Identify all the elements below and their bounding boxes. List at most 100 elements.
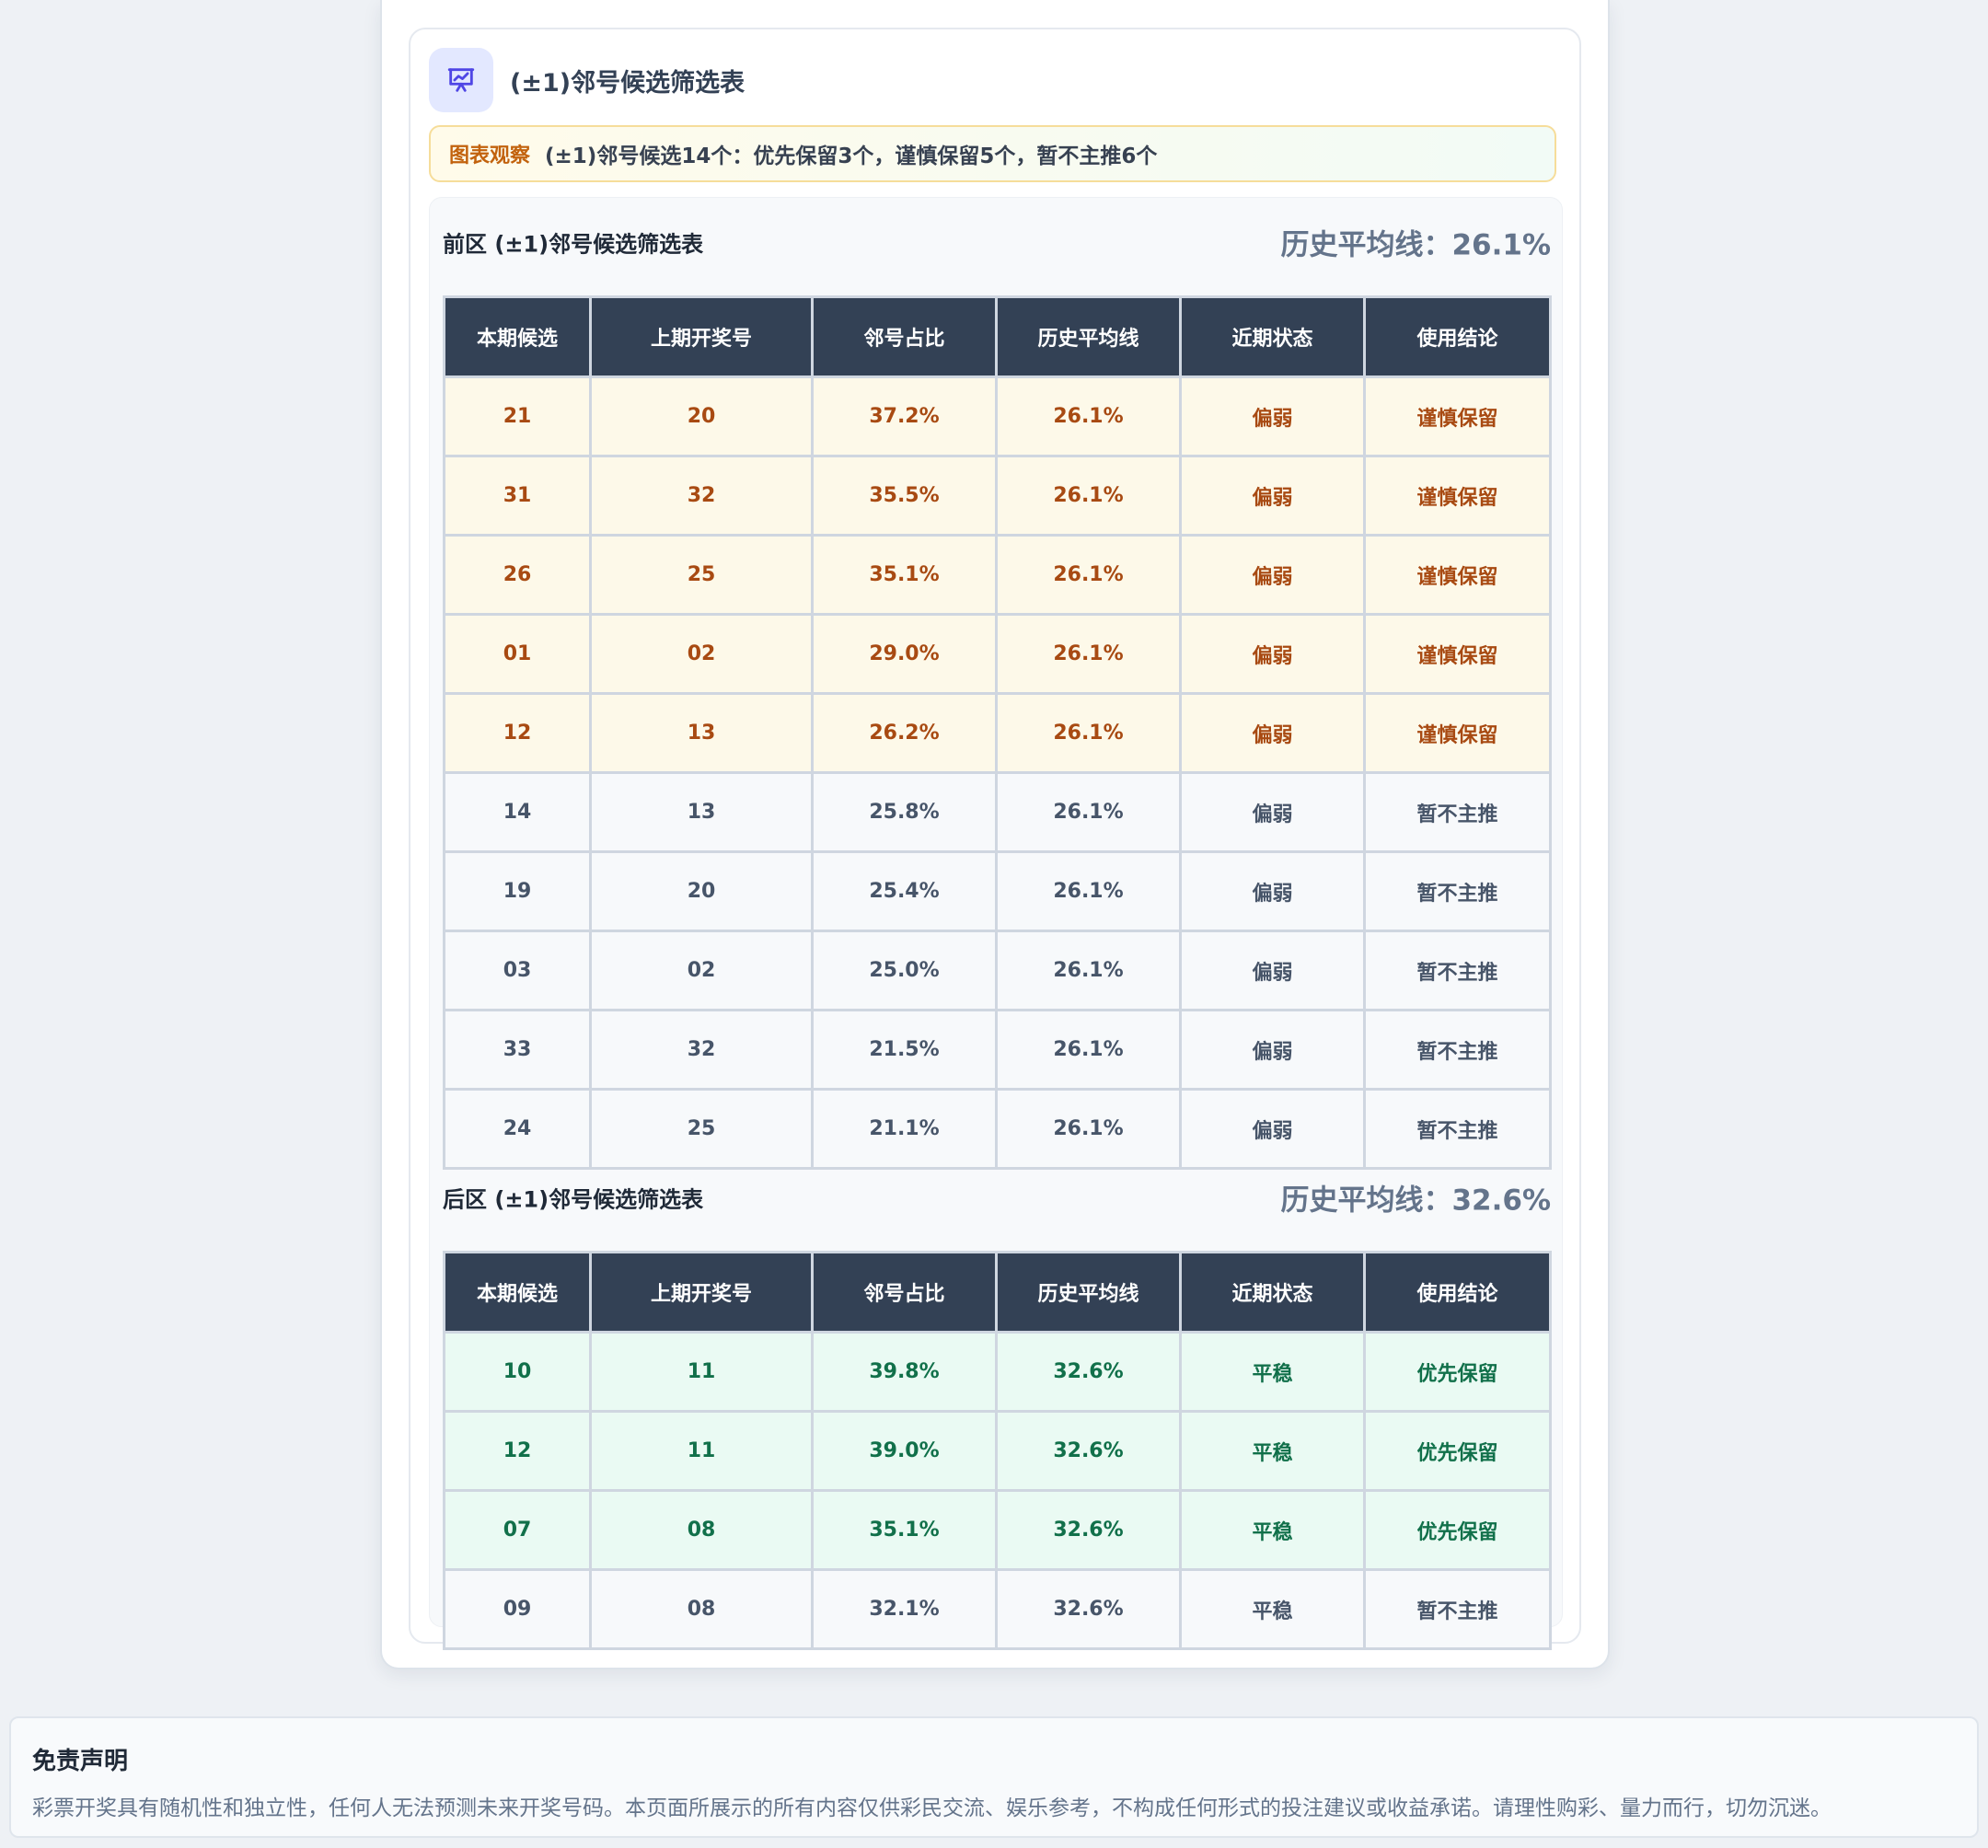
front-average: 历史平均线：26.1% — [1280, 228, 1551, 262]
recent-status-cell: 偏弱 — [1179, 1009, 1366, 1091]
last-draw-cell: 32 — [589, 1009, 814, 1091]
candidate-cell: 14 — [443, 771, 592, 853]
candidate-cell: 12 — [443, 692, 592, 774]
history-average-cell: 26.1% — [995, 375, 1182, 457]
history-average-cell: 32.6% — [995, 1489, 1182, 1571]
recent-status-cell: 偏弱 — [1179, 455, 1366, 537]
candidate-cell: 21 — [443, 375, 592, 457]
last-draw-cell: 13 — [589, 771, 814, 853]
conclusion-cell: 优先保留 — [1363, 1410, 1552, 1492]
observation-banner: 图表观察 (±1)邻号候选14个：优先保留3个，谨慎保留5个，暂不主推6个 — [429, 125, 1556, 182]
history-average-cell: 32.6% — [995, 1410, 1182, 1492]
candidate-cell: 01 — [443, 613, 592, 695]
candidate-cell: 31 — [443, 455, 592, 537]
table-row: 14 13 25.8% 26.1% 偏弱 暂不主推 — [443, 771, 1552, 853]
table-row: 01 02 29.0% 26.1% 偏弱 谨慎保留 — [443, 613, 1552, 695]
column-header: 近期状态 — [1179, 1251, 1366, 1334]
back-table-header: 本期候选 上期开奖号 邻号占比 历史平均线 近期状态 使用结论 — [443, 1251, 1552, 1334]
last-draw-cell: 20 — [589, 850, 814, 932]
recent-status-cell: 偏弱 — [1179, 613, 1366, 695]
last-draw-cell: 13 — [589, 692, 814, 774]
history-average-cell: 26.1% — [995, 771, 1182, 853]
recent-status-cell: 偏弱 — [1179, 1088, 1366, 1170]
recent-status-cell: 平稳 — [1179, 1410, 1366, 1492]
disclaimer-title: 免责声明 — [32, 1748, 129, 1775]
conclusion-cell: 优先保留 — [1363, 1331, 1552, 1413]
neighbor-ratio-cell: 25.4% — [811, 850, 998, 932]
table-row: 12 11 39.0% 32.6% 平稳 优先保留 — [443, 1410, 1552, 1492]
recent-status-cell: 平稳 — [1179, 1489, 1366, 1571]
conclusion-cell: 暂不主推 — [1363, 850, 1552, 932]
column-header: 历史平均线 — [995, 1251, 1182, 1334]
table-row: 33 32 21.5% 26.1% 偏弱 暂不主推 — [443, 1009, 1552, 1091]
disclaimer-text: 彩票开奖具有随机性和独立性，任何人无法预测未来开奖号码。本页面所展示的所有内容仅… — [32, 1796, 1832, 1820]
neighbor-ratio-cell: 21.1% — [811, 1088, 998, 1170]
table-row: 21 20 37.2% 26.1% 偏弱 谨慎保留 — [443, 375, 1552, 457]
presentation-chart-icon — [429, 48, 493, 112]
table-row: 19 20 25.4% 26.1% 偏弱 暂不主推 — [443, 850, 1552, 932]
neighbor-ratio-cell: 32.1% — [811, 1568, 998, 1650]
candidate-cell: 03 — [443, 930, 592, 1011]
last-draw-cell: 11 — [589, 1331, 814, 1413]
history-average-cell: 26.1% — [995, 613, 1182, 695]
recent-status-cell: 平稳 — [1179, 1331, 1366, 1413]
history-average-cell: 26.1% — [995, 692, 1182, 774]
last-draw-cell: 02 — [589, 613, 814, 695]
candidate-cell: 19 — [443, 850, 592, 932]
column-header: 邻号占比 — [811, 1251, 998, 1334]
neighbor-ratio-cell: 21.5% — [811, 1009, 998, 1091]
history-average-cell: 26.1% — [995, 455, 1182, 537]
neighbor-ratio-cell: 39.8% — [811, 1331, 998, 1413]
last-draw-cell: 11 — [589, 1410, 814, 1492]
recent-status-cell: 平稳 — [1179, 1568, 1366, 1650]
recent-status-cell: 偏弱 — [1179, 850, 1366, 932]
table-row: 24 25 21.1% 26.1% 偏弱 暂不主推 — [443, 1088, 1552, 1170]
conclusion-cell: 暂不主推 — [1363, 1088, 1552, 1170]
conclusion-cell: 谨慎保留 — [1363, 613, 1552, 695]
observation-text: (±1)邻号候选14个：优先保留3个，谨慎保留5个，暂不主推6个 — [545, 144, 1158, 168]
conclusion-cell: 暂不主推 — [1363, 930, 1552, 1011]
last-draw-cell: 20 — [589, 375, 814, 457]
history-average-cell: 26.1% — [995, 850, 1182, 932]
candidate-cell: 24 — [443, 1088, 592, 1170]
candidate-cell: 33 — [443, 1009, 592, 1091]
column-header: 历史平均线 — [995, 295, 1182, 378]
neighbor-ratio-cell: 35.5% — [811, 455, 998, 537]
last-draw-cell: 08 — [589, 1568, 814, 1650]
column-header: 本期候选 — [443, 1251, 592, 1334]
conclusion-cell: 暂不主推 — [1363, 771, 1552, 853]
history-average-cell: 26.1% — [995, 1009, 1182, 1091]
recent-status-cell: 偏弱 — [1179, 930, 1366, 1011]
candidate-cell: 10 — [443, 1331, 592, 1413]
history-average-cell: 32.6% — [995, 1568, 1182, 1650]
disclaimer-box: 免责声明 彩票开奖具有随机性和独立性，任何人无法预测未来开奖号码。本页面所展示的… — [9, 1716, 1979, 1838]
recent-status-cell: 偏弱 — [1179, 771, 1366, 853]
conclusion-cell: 谨慎保留 — [1363, 534, 1552, 616]
conclusion-cell: 暂不主推 — [1363, 1568, 1552, 1650]
table-row: 26 25 35.1% 26.1% 偏弱 谨慎保留 — [443, 534, 1552, 616]
conclusion-cell: 优先保留 — [1363, 1489, 1552, 1571]
table-row: 12 13 26.2% 26.1% 偏弱 谨慎保留 — [443, 692, 1552, 774]
recent-status-cell: 偏弱 — [1179, 375, 1366, 457]
neighbor-ratio-cell: 39.0% — [811, 1410, 998, 1492]
candidate-cell: 12 — [443, 1410, 592, 1492]
neighbor-ratio-cell: 35.1% — [811, 1489, 998, 1571]
recent-status-cell: 偏弱 — [1179, 692, 1366, 774]
neighbor-ratio-cell: 37.2% — [811, 375, 998, 457]
neighbor-ratio-cell: 35.1% — [811, 534, 998, 616]
front-table: 本期候选 上期开奖号 邻号占比 历史平均线 近期状态 使用结论 21 20 37.2… — [443, 295, 1552, 1170]
recent-status-cell: 偏弱 — [1179, 534, 1366, 616]
history-average-cell: 26.1% — [995, 930, 1182, 1011]
back-average: 历史平均线：32.6% — [1280, 1184, 1551, 1218]
conclusion-cell: 谨慎保留 — [1363, 692, 1552, 774]
table-row: 03 02 25.0% 26.1% 偏弱 暂不主推 — [443, 930, 1552, 1011]
history-average-cell: 32.6% — [995, 1331, 1182, 1413]
neighbor-ratio-cell: 25.0% — [811, 930, 998, 1011]
column-header: 使用结论 — [1363, 295, 1552, 378]
front-table-header: 本期候选 上期开奖号 邻号占比 历史平均线 近期状态 使用结论 — [443, 295, 1552, 378]
candidate-cell: 09 — [443, 1568, 592, 1650]
table-row: 09 08 32.1% 32.6% 平稳 暂不主推 — [443, 1568, 1552, 1650]
column-header: 上期开奖号 — [589, 1251, 814, 1334]
conclusion-cell: 谨慎保留 — [1363, 375, 1552, 457]
candidate-cell: 07 — [443, 1489, 592, 1571]
